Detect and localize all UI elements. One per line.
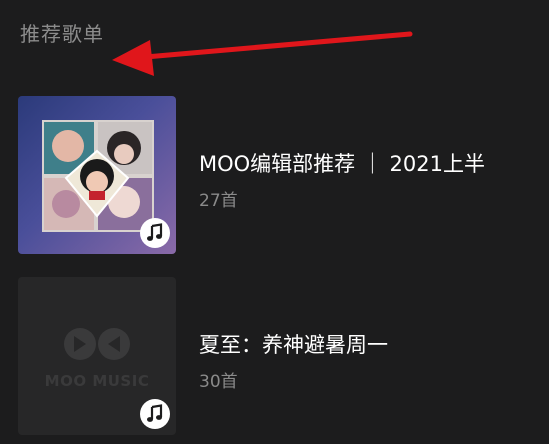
playlist-track-count: 30首	[199, 372, 238, 392]
section-title: 推荐歌单	[20, 22, 104, 46]
playlist-item[interactable]: MOO MUSIC 夏至：养神避暑周一 30首	[18, 277, 538, 435]
playlist-item[interactable]: MOO编辑部推荐 ｜ 2021上半 27首	[18, 96, 538, 254]
music-note-icon	[140, 218, 170, 248]
music-note-icon	[140, 399, 170, 429]
playlist-track-count: 27首	[199, 191, 238, 211]
playlist-cover[interactable]: MOO MUSIC	[18, 277, 176, 435]
playlist-cover[interactable]	[18, 96, 176, 254]
playlist-title[interactable]: MOO编辑部推荐 ｜ 2021上半	[199, 148, 539, 178]
moo-brand-text: MOO MUSIC	[44, 372, 150, 390]
playlist-title[interactable]: 夏至：养神避暑周一	[199, 329, 539, 359]
